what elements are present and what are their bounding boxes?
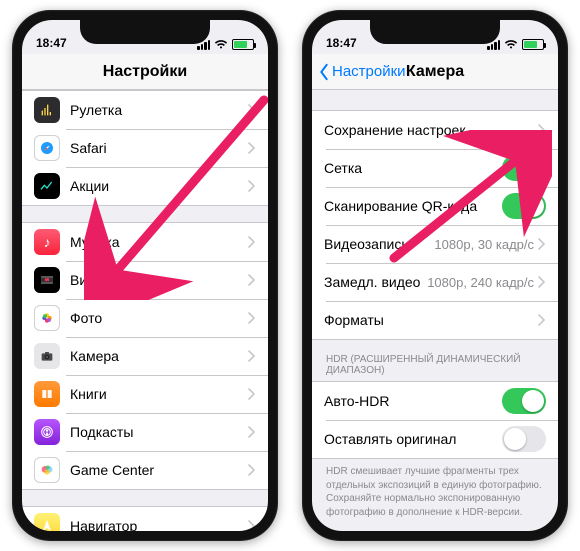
row-slomo[interactable]: Замедл. видео 1080p, 240 кадр/с: [312, 263, 558, 301]
hdr-section-header: HDR (РАСШИРЕННЫЙ ДИНАМИЧЕСКИЙ ДИАПАЗОН): [312, 340, 558, 381]
settings-row-roulette[interactable]: Рулетка: [22, 91, 268, 129]
row-keep-original: Оставлять оригинал: [312, 420, 558, 458]
screen-right: 18:47 Настройки Камера Сохранение настро…: [312, 20, 558, 531]
row-label: Камера: [70, 348, 248, 364]
row-label: Game Center: [70, 462, 248, 478]
row-label: Видеозапись: [324, 236, 434, 252]
row-label: Оставлять оригинал: [324, 431, 502, 447]
settings-list[interactable]: Рулетка Safari Акции: [22, 90, 268, 531]
status-time: 18:47: [326, 36, 357, 50]
settings-row-books[interactable]: Книги: [22, 375, 268, 413]
settings-row-video[interactable]: Видео: [22, 261, 268, 299]
chevron-icon: [248, 312, 256, 324]
row-label: Акции: [70, 178, 248, 194]
row-label: Замедл. видео: [324, 274, 427, 290]
navbar-left: Настройки: [22, 54, 268, 90]
row-label: Safari: [70, 140, 248, 156]
row-formats[interactable]: Форматы: [312, 301, 558, 339]
navbar-right: Настройки Камера: [312, 54, 558, 90]
chevron-icon: [538, 124, 546, 136]
settings-row-podcasts[interactable]: Подкасты: [22, 413, 268, 451]
navigator-icon: [34, 513, 60, 531]
video-icon: [34, 267, 60, 293]
photos-icon: [34, 305, 60, 331]
chevron-icon: [538, 276, 546, 288]
row-label: Сетка: [324, 160, 502, 176]
roulette-icon: [34, 97, 60, 123]
row-qr-scan: Сканирование QR-кода: [312, 187, 558, 225]
row-label: Сканирование QR-кода: [324, 198, 502, 214]
chevron-icon: [248, 520, 256, 531]
settings-row-photos[interactable]: Фото: [22, 299, 268, 337]
phone-left: 18:47 Настройки Рулетка: [12, 10, 278, 541]
row-detail: 1080p, 30 кадр/с: [434, 237, 534, 252]
battery-icon: [232, 39, 254, 50]
music-icon: ♪: [34, 229, 60, 255]
battery-icon: [522, 39, 544, 50]
row-detail: 1080p, 240 кадр/с: [427, 275, 534, 290]
phone-right: 18:47 Настройки Камера Сохранение настро…: [302, 10, 568, 541]
chevron-icon: [538, 238, 546, 250]
settings-row-safari[interactable]: Safari: [22, 129, 268, 167]
settings-row-stocks[interactable]: Акции: [22, 167, 268, 205]
row-label: Сохранение настроек: [324, 122, 538, 138]
back-label: Настройки: [332, 63, 406, 80]
navbar-title: Настройки: [103, 63, 187, 81]
toggle-qr[interactable]: [502, 193, 546, 219]
toggle-grid[interactable]: [502, 155, 546, 181]
chevron-icon: [248, 350, 256, 362]
screen-left: 18:47 Настройки Рулетка: [22, 20, 268, 531]
settings-row-music[interactable]: ♪ Музыка: [22, 223, 268, 261]
row-label: Авто-HDR: [324, 393, 502, 409]
chevron-icon: [248, 426, 256, 438]
camera-settings[interactable]: Сохранение настроек Сетка Сканирование Q…: [312, 90, 558, 531]
row-label: Видео: [70, 272, 248, 288]
chevron-icon: [538, 314, 546, 326]
row-record-video[interactable]: Видеозапись 1080p, 30 кадр/с: [312, 225, 558, 263]
chevron-icon: [248, 180, 256, 192]
stocks-icon: [34, 173, 60, 199]
chevron-icon: [248, 274, 256, 286]
row-auto-hdr: Авто-HDR: [312, 382, 558, 420]
chevron-icon: [248, 464, 256, 476]
toggle-keep-original[interactable]: [502, 426, 546, 452]
camera-icon: [34, 343, 60, 369]
row-preserve-settings[interactable]: Сохранение настроек: [312, 111, 558, 149]
chevron-icon: [248, 104, 256, 116]
row-label: Рулетка: [70, 102, 248, 118]
row-label: Форматы: [324, 312, 538, 328]
chevron-icon: [248, 388, 256, 400]
row-label: Книги: [70, 386, 248, 402]
notch: [370, 20, 500, 44]
row-label: Подкасты: [70, 424, 248, 440]
settings-row-gamecenter[interactable]: Game Center: [22, 451, 268, 489]
safari-icon: [34, 135, 60, 161]
gamecenter-icon: [34, 457, 60, 483]
settings-row-navigator[interactable]: Навигатор: [22, 507, 268, 531]
toggle-auto-hdr[interactable]: [502, 388, 546, 414]
row-label: Навигатор: [70, 518, 248, 531]
wifi-icon: [504, 39, 518, 50]
notch: [80, 20, 210, 44]
books-icon: [34, 381, 60, 407]
chevron-icon: [248, 142, 256, 154]
back-button[interactable]: Настройки: [318, 54, 406, 89]
settings-row-camera[interactable]: Камера: [22, 337, 268, 375]
podcasts-icon: [34, 419, 60, 445]
row-grid: Сетка: [312, 149, 558, 187]
navbar-title: Камера: [406, 63, 464, 81]
row-label: Музыка: [70, 234, 248, 250]
chevron-icon: [248, 236, 256, 248]
row-label: Фото: [70, 310, 248, 326]
hdr-section-footer: HDR смешивает лучшие фрагменты трех отде…: [312, 459, 558, 529]
status-time: 18:47: [36, 36, 67, 50]
wifi-icon: [214, 39, 228, 50]
status-indicators: [487, 39, 544, 50]
status-indicators: [197, 39, 254, 50]
